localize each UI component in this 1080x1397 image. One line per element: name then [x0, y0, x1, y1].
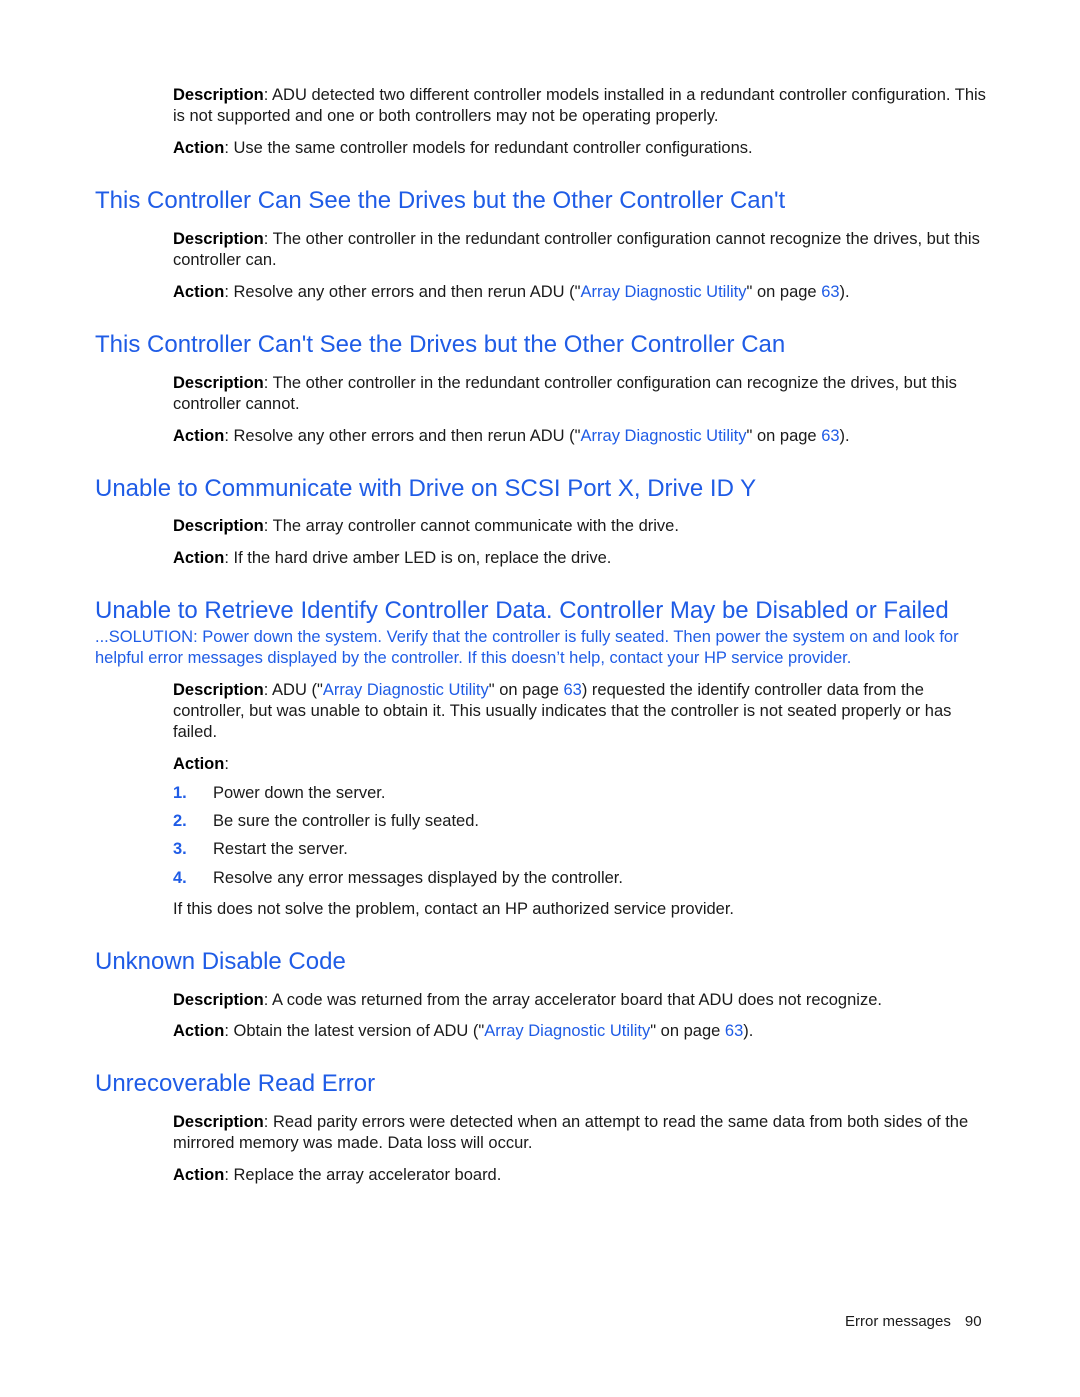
array-diagnostic-utility-link[interactable]: Array Diagnostic Utility — [581, 427, 747, 445]
action-colon: : — [224, 755, 229, 773]
array-diagnostic-utility-link[interactable]: Array Diagnostic Utility — [581, 283, 747, 301]
array-diagnostic-utility-link[interactable]: Array Diagnostic Utility — [484, 1022, 650, 1040]
page-reference-link[interactable]: 63 — [821, 283, 839, 301]
action-paragraph: Action: Replace the array accelerator bo… — [173, 1165, 988, 1186]
action-text: ). — [839, 427, 850, 445]
description-paragraph: Description: The other controller in the… — [173, 229, 988, 271]
step-number: 1. — [173, 784, 187, 802]
description-paragraph: Description: ADU detected two different … — [173, 85, 988, 127]
action-paragraph: Action: Resolve any other errors and the… — [173, 426, 988, 447]
step-number: 3. — [173, 840, 187, 858]
description-paragraph: Description: Read parity errors were det… — [173, 1112, 988, 1154]
section-heading: This Controller Can See the Drives but t… — [95, 187, 786, 214]
action-paragraph: Action: Resolve any other errors and the… — [173, 282, 988, 303]
description-label: Description — [173, 374, 264, 392]
page-footer: Error messages 90 — [845, 1313, 982, 1330]
action-label: Action — [173, 139, 225, 157]
array-diagnostic-utility-link[interactable]: Array Diagnostic Utility — [323, 681, 489, 699]
step-text: Resolve any error messages displayed by … — [213, 869, 623, 887]
action-label: Action — [173, 427, 225, 445]
section-heading: This Controller Can't See the Drives but… — [95, 331, 786, 358]
action-text: : If the hard drive amber LED is on, rep… — [224, 549, 612, 567]
description-paragraph: Description: The array controller cannot… — [173, 516, 988, 537]
action-label: Action — [173, 1022, 225, 1040]
action-paragraph: Action: Use the same controller models f… — [173, 138, 988, 159]
description-label: Description — [173, 1113, 264, 1131]
action-text: " on page — [746, 283, 822, 301]
step-number: 4. — [173, 869, 187, 887]
footer-section-name: Error messages — [845, 1313, 951, 1330]
action-label: Action — [173, 283, 225, 301]
page-reference-link[interactable]: 63 — [563, 681, 581, 699]
description-label: Description — [173, 230, 264, 248]
description-text: " on page — [488, 681, 564, 699]
section-heading: Unable to Communicate with Drive on SCSI… — [95, 475, 757, 502]
action-text: : Use the same controller models for red… — [224, 139, 753, 157]
description-label: Description — [173, 681, 264, 699]
page-number: 90 — [964, 1313, 982, 1330]
action-label: Action — [173, 1166, 225, 1184]
description-text: : A code was returned from the array acc… — [263, 991, 882, 1009]
description-text: : ADU detected two different controller … — [173, 86, 986, 125]
action-text: : Obtain the latest version of ADU (" — [224, 1022, 485, 1040]
action-text: : Resolve any other errors and then reru… — [224, 427, 581, 445]
description-paragraph: Description: A code was returned from th… — [173, 990, 988, 1011]
action-paragraph: Action: If the hard drive amber LED is o… — [173, 548, 988, 569]
description-label: Description — [173, 86, 264, 104]
section-heading: Unrecoverable Read Error — [95, 1070, 376, 1097]
note-paragraph: If this does not solve the problem, cont… — [173, 900, 734, 918]
description-text: : The array controller cannot communicat… — [263, 517, 679, 535]
action-text: ). — [743, 1022, 754, 1040]
page-reference-link[interactable]: 63 — [725, 1022, 743, 1040]
action-heading: Action: — [173, 754, 988, 775]
description-text: : Read parity errors were detected when … — [173, 1113, 969, 1152]
description-text: : The other controller in the redundant … — [173, 374, 957, 413]
action-paragraph: Action: Obtain the latest version of ADU… — [173, 1021, 988, 1042]
description-paragraph: Description: The other controller in the… — [173, 373, 988, 415]
section-heading: Unable to Retrieve Identify Controller D… — [95, 597, 949, 624]
action-text: : Replace the array accelerator board. — [224, 1166, 502, 1184]
page-reference-link[interactable]: 63 — [821, 427, 839, 445]
action-text: " on page — [650, 1022, 725, 1040]
description-text: : ADU (" — [263, 681, 323, 699]
section-heading: Unknown Disable Code — [95, 948, 346, 975]
description-label: Description — [173, 991, 264, 1009]
step-text: Power down the server. — [213, 784, 386, 802]
action-text: ). — [839, 283, 850, 301]
step-text: Be sure the controller is fully seated. — [213, 812, 479, 830]
description-paragraph: Description: ADU ("Array Diagnostic Util… — [173, 680, 988, 743]
action-text: : Resolve any other errors and then reru… — [224, 283, 581, 301]
solution-note: ...SOLUTION: Power down the system. Veri… — [95, 628, 959, 667]
step-text: Restart the server. — [213, 840, 348, 858]
action-label: Action — [173, 755, 225, 773]
description-label: Description — [173, 517, 264, 535]
action-text: " on page — [746, 427, 822, 445]
description-text: : The other controller in the redundant … — [173, 230, 980, 269]
step-number: 2. — [173, 812, 187, 830]
action-label: Action — [173, 549, 225, 567]
